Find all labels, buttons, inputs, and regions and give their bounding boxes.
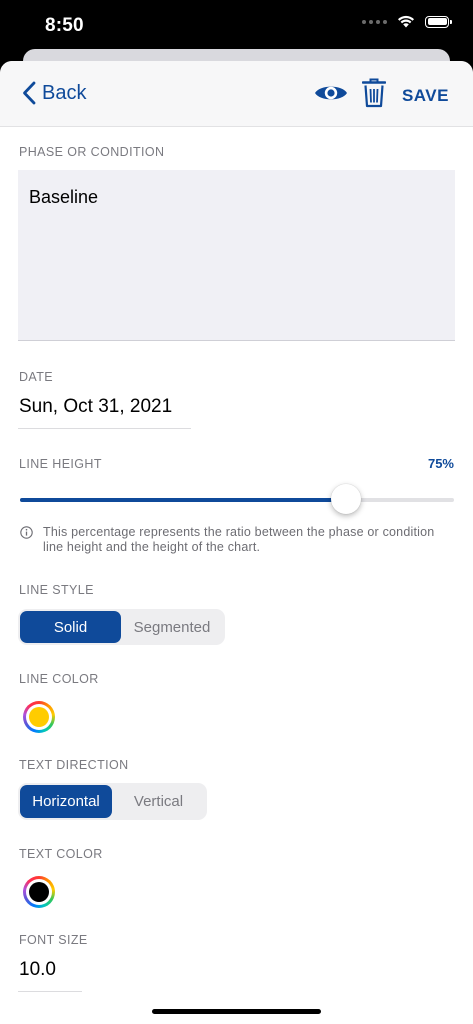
status-bar: 8:50 xyxy=(0,0,473,52)
nav-actions: SAVE xyxy=(314,78,449,113)
line-height-info: This percentage represents the ratio bet… xyxy=(20,525,440,555)
phase-textarea[interactable]: Baseline xyxy=(18,170,455,341)
slider-thumb[interactable] xyxy=(330,484,361,514)
date-label: DATE xyxy=(19,370,54,384)
date-picker[interactable]: Sun, Oct 31, 2021 xyxy=(19,396,172,418)
text-direction-label: TEXT DIRECTION xyxy=(19,758,129,772)
back-label: Back xyxy=(42,81,87,104)
cellular-signal-icon xyxy=(362,19,387,24)
line-height-percent: 75% xyxy=(427,456,454,471)
line-height-label: LINE HEIGHT xyxy=(19,457,102,471)
home-indicator xyxy=(152,1009,321,1014)
trash-icon xyxy=(361,78,387,108)
text-color-label: TEXT COLOR xyxy=(19,847,103,861)
text-color-picker[interactable] xyxy=(23,876,55,908)
info-text: This percentage represents the ratio bet… xyxy=(43,525,435,554)
segment-vertical[interactable]: Vertical xyxy=(112,785,205,818)
segment-segmented[interactable]: Segmented xyxy=(121,611,223,643)
eye-icon xyxy=(314,86,347,100)
line-height-slider[interactable] xyxy=(20,484,454,514)
status-icons xyxy=(362,15,452,28)
status-time: 8:50 xyxy=(45,15,84,36)
line-color-dot xyxy=(29,707,49,727)
back-button[interactable]: Back xyxy=(22,81,86,105)
line-style-label: LINE STYLE xyxy=(19,583,94,597)
line-color-picker[interactable] xyxy=(23,701,55,733)
delete-button[interactable] xyxy=(361,78,387,113)
edit-phase-sheet: Back SAVE PHASE OR CONDITION Baseline DA… xyxy=(0,61,473,1024)
preview-button[interactable] xyxy=(314,82,348,109)
date-underline xyxy=(18,428,191,429)
info-icon xyxy=(20,526,33,539)
line-style-segmented-control: Solid Segmented xyxy=(18,609,225,645)
font-size-label: FONT SIZE xyxy=(19,933,88,947)
text-color-dot xyxy=(29,882,49,902)
font-size-underline xyxy=(18,991,82,992)
save-button[interactable]: SAVE xyxy=(402,86,449,106)
segment-horizontal[interactable]: Horizontal xyxy=(20,785,112,818)
navigation-bar: Back SAVE xyxy=(0,61,473,127)
font-size-input[interactable]: 10.0 xyxy=(19,959,56,981)
battery-icon xyxy=(425,15,452,28)
text-direction-segmented-control: Horizontal Vertical xyxy=(18,783,207,820)
phase-value: Baseline xyxy=(29,187,99,207)
slider-fill xyxy=(20,498,346,502)
line-color-label: LINE COLOR xyxy=(19,672,99,686)
segment-solid[interactable]: Solid xyxy=(20,611,121,643)
chevron-left-icon xyxy=(23,81,36,105)
wifi-icon xyxy=(398,15,414,28)
phase-label: PHASE OR CONDITION xyxy=(19,145,165,159)
